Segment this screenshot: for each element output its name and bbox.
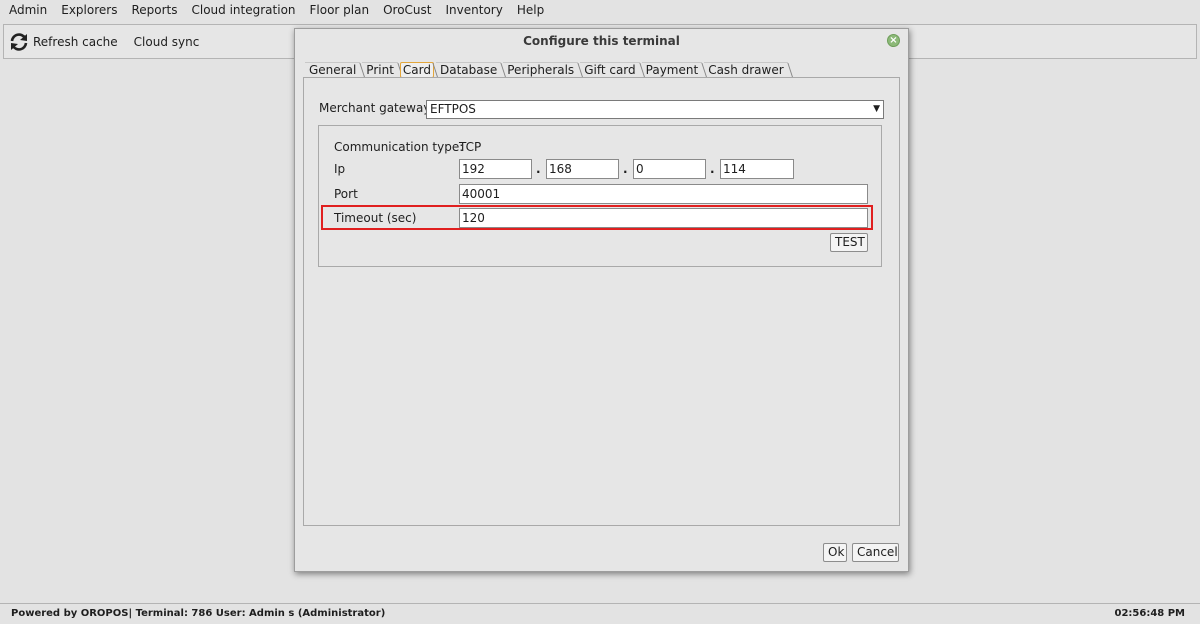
cloud-sync-label: Cloud sync bbox=[133, 34, 200, 49]
tab-print[interactable]: Print bbox=[362, 62, 398, 78]
tab-cash-drawer[interactable]: Cash drawer bbox=[704, 62, 788, 78]
menu-help[interactable]: Help bbox=[510, 0, 551, 21]
close-icon[interactable]: × bbox=[887, 34, 900, 47]
cloud-sync-button[interactable]: Cloud sync bbox=[134, 28, 200, 56]
tab-payment[interactable]: Payment bbox=[641, 62, 703, 78]
port-label: Port bbox=[334, 187, 358, 201]
merchant-gateway-label: Merchant gateway bbox=[319, 101, 431, 115]
menu-admin[interactable]: Admin bbox=[2, 0, 54, 21]
merchant-gateway-select[interactable]: EFTPOS ▼ bbox=[426, 100, 884, 119]
timeout-label: Timeout (sec) bbox=[334, 211, 417, 225]
menu-reports[interactable]: Reports bbox=[124, 0, 184, 21]
communication-type-value: TCP bbox=[459, 140, 482, 154]
dialog-titlebar: Configure this terminal × bbox=[295, 29, 908, 53]
merchant-gateway-value: EFTPOS bbox=[430, 102, 476, 116]
tab-database[interactable]: Database bbox=[435, 62, 502, 78]
ok-button[interactable]: Ok bbox=[823, 543, 847, 562]
menu-cloud-integration[interactable]: Cloud integration bbox=[185, 0, 303, 21]
configure-terminal-dialog: Configure this terminal × General Print … bbox=[294, 28, 909, 572]
ip-octet-1-field[interactable]: 192 bbox=[459, 159, 532, 179]
menu-orocust[interactable]: OroCust bbox=[376, 0, 438, 21]
ip-separator-3: . bbox=[710, 162, 715, 176]
refresh-icon bbox=[10, 32, 28, 51]
refresh-cache-button[interactable]: Refresh cache bbox=[8, 28, 118, 56]
chevron-down-icon: ▼ bbox=[873, 104, 880, 114]
cancel-button[interactable]: Cancel bbox=[852, 543, 899, 562]
tab-card[interactable]: Card bbox=[399, 62, 434, 78]
menu-bar: Admin Explorers Reports Cloud integratio… bbox=[0, 0, 1200, 21]
ip-separator-2: . bbox=[623, 162, 628, 176]
refresh-cache-label: Refresh cache bbox=[33, 34, 118, 49]
ip-separator-1: . bbox=[536, 162, 541, 176]
tab-peripherals[interactable]: Peripherals bbox=[503, 62, 579, 78]
communication-type-label: Communication type: bbox=[334, 140, 464, 154]
status-clock: 02:56:48 PM bbox=[1114, 608, 1185, 619]
timeout-field[interactable]: 120 bbox=[459, 208, 868, 228]
ip-octet-3-field[interactable]: 0 bbox=[633, 159, 706, 179]
menu-explorers[interactable]: Explorers bbox=[54, 0, 124, 21]
port-field[interactable]: 40001 bbox=[459, 184, 868, 204]
status-bar: Powered by OROPOS| Terminal: 786 User: A… bbox=[0, 603, 1200, 624]
tab-gift-card[interactable]: Gift card bbox=[580, 62, 640, 78]
ip-octet-2-field[interactable]: 168 bbox=[546, 159, 619, 179]
menu-inventory[interactable]: Inventory bbox=[439, 0, 510, 21]
ip-octet-4-field[interactable]: 114 bbox=[720, 159, 794, 179]
tab-strip: General Print Card Database Peripherals … bbox=[305, 61, 790, 78]
menu-floor-plan[interactable]: Floor plan bbox=[303, 0, 377, 21]
ip-label: Ip bbox=[334, 162, 346, 176]
test-button[interactable]: TEST bbox=[830, 233, 868, 252]
status-info: Powered by OROPOS| Terminal: 786 User: A… bbox=[11, 608, 386, 619]
dialog-title: Configure this terminal bbox=[523, 34, 680, 48]
tab-general[interactable]: General bbox=[305, 62, 361, 78]
